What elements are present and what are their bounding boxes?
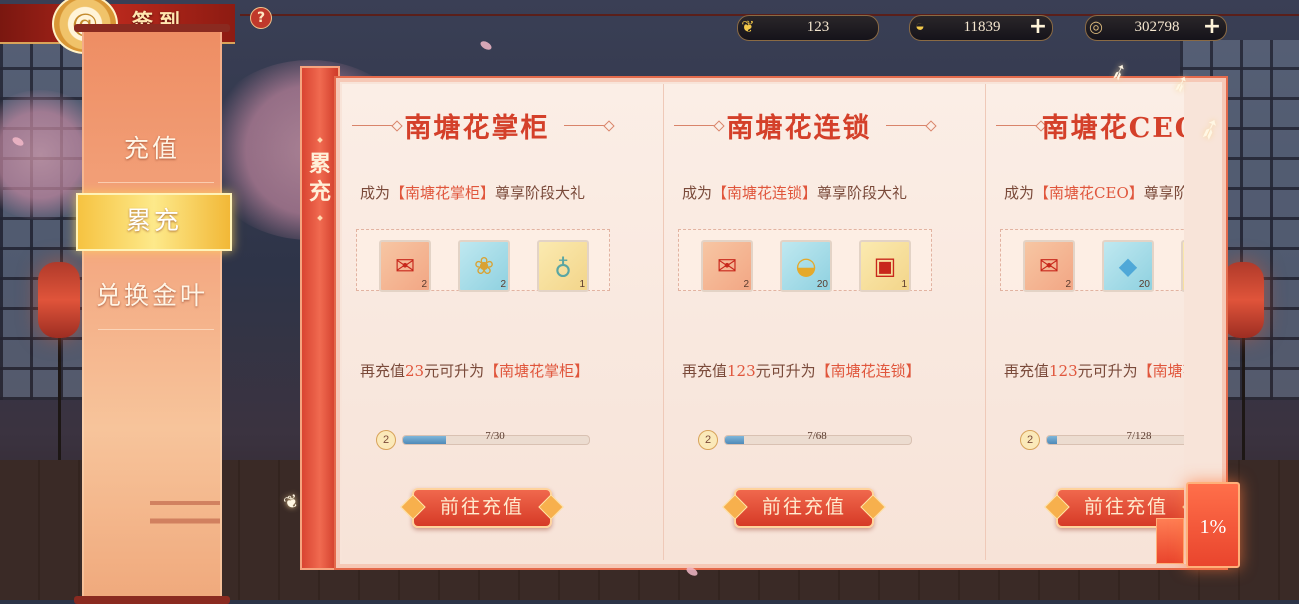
add-gold-ingot-button[interactable]: + (1028, 16, 1048, 38)
lantern-left (38, 262, 80, 338)
item-count: 1 (579, 279, 585, 290)
menu-item-exchange-gold-leaf[interactable]: 兑换金叶 (82, 270, 222, 330)
level-badge: 2 (376, 430, 396, 450)
item-count: 2 (421, 279, 427, 290)
item-count: 2 (743, 279, 749, 290)
add-copper-coin-button[interactable]: + (1202, 16, 1222, 38)
reward-items: ✉2 ◆20 ♁1 (1000, 229, 1184, 292)
tier-card: 南塘花连锁 成为【南塘花连锁】尊享阶段大礼 ✉ 2 ◒ 20 ▣ 1 再充值123元可… (664, 84, 986, 560)
treasure-chest-icon: ▣ (873, 252, 897, 280)
side-ribbon: 累充 (300, 66, 340, 570)
level-badge: 2 (1020, 430, 1040, 450)
progress-label: 7/30 (485, 430, 505, 442)
currency-value: 302798 (1134, 19, 1180, 35)
upgrade-tip: 再充值23元可升为【南塘花掌柜】 (360, 362, 590, 380)
reward-item[interactable]: ◒ 20 (780, 240, 832, 292)
reward-item[interactable]: ▣ 1 (859, 240, 911, 292)
menu-item-label: 充值 (123, 134, 180, 163)
tier-cards-scroll[interactable]: 南塘花掌柜 成为【南塘花掌柜】尊享阶段大礼 ✉ 2 ❀ 2 ♁ 1 再充值23元可升为… (342, 84, 1184, 560)
reward-item[interactable]: ❀ 2 (458, 240, 510, 292)
scroll-rod (74, 596, 230, 604)
tier-description: 成为【南塘花连锁】尊享阶段大礼 (682, 184, 908, 202)
menu-item-recharge[interactable]: 充值 (82, 123, 222, 183)
golden-lotus-icon: ❀ (473, 252, 495, 280)
gold-ingot-icon: ◒ (795, 252, 817, 280)
progress-label: 7/68 (807, 430, 827, 442)
upgrade-tip: 再充值123元可升为【南塘花连锁】 (682, 362, 921, 380)
diamond-ornament-icon (317, 215, 323, 221)
currency-gold-ingot: ◒ 11839 + (909, 15, 1053, 41)
reward-item[interactable]: ◆ 20 (1102, 240, 1154, 292)
divider (98, 182, 214, 183)
item-count: 2 (500, 279, 506, 290)
reward-items: ✉ 2 ◒ 20 ▣ 1 (678, 229, 932, 292)
cumulative-recharge-panel: 累充 南塘花掌柜 成为【南塘花掌柜】尊享阶段大礼 ✉ 2 ❀ 2 ♁ 1 再充值23元… (300, 66, 1226, 570)
lantern-right (1222, 262, 1264, 338)
reward-items: ✉ 2 ❀ 2 ♁ 1 (356, 229, 610, 292)
reward-item[interactable]: ✉ 2 (701, 240, 753, 292)
tier-card: 南塘花掌柜 成为【南塘花掌柜】尊享阶段大礼 ✉ 2 ❀ 2 ♁ 1 再充值23元可升为… (342, 84, 664, 560)
divider (98, 329, 214, 330)
red-envelope-icon: ✉ (394, 252, 416, 280)
menu-item-label: 兑换金叶 (95, 281, 208, 310)
reward-tiers-board: 南塘花掌柜 成为【南塘花掌柜】尊享阶段大礼 ✉ 2 ❀ 2 ♁ 1 再充值23元可升为… (336, 78, 1226, 568)
copper-coin-icon: ◎ (1089, 19, 1103, 36)
go-recharge-button[interactable]: 前往充值 (412, 488, 552, 528)
title-ornament (886, 125, 932, 126)
item-count: 1 (901, 279, 907, 290)
reward-item[interactable]: ♁1 (1181, 240, 1184, 292)
item-count: 20 (1138, 279, 1150, 290)
scroll-rod (74, 24, 230, 32)
ribbon-label: 累充 (308, 151, 331, 205)
title-ornament (564, 125, 610, 126)
lantern-progress-badge[interactable]: 1% (1186, 482, 1240, 568)
pagoda-decoration (150, 480, 220, 550)
help-button[interactable]: ? (250, 7, 272, 29)
reward-item[interactable]: ♁1 (537, 240, 589, 292)
red-envelope-icon: ✉ (1038, 252, 1060, 280)
red-envelope-icon: ✉ (716, 252, 738, 280)
sky-lantern-icon (1156, 518, 1184, 564)
tier-description: 成为【南塘花CEO】尊享阶段大礼 (1004, 184, 1184, 202)
progress-label: 7/128 (1126, 430, 1152, 442)
menu-item-label: 累充 (125, 206, 182, 235)
diamond-ornament-icon (317, 137, 323, 143)
reward-item[interactable]: ✉ 2 (379, 240, 431, 292)
crystal-gem-icon: ◆ (1118, 252, 1138, 280)
currency-value: 11839 (963, 19, 1001, 35)
currency-value: 123 (806, 19, 830, 35)
tier-name: 南塘花CEO (1041, 113, 1184, 144)
tier-card: 南塘花CEO 成为【南塘花CEO】尊享阶段大礼 ✉2 ◆20 ♁1 再充值123… (986, 84, 1184, 560)
reward-item[interactable]: ✉ 2 (1023, 240, 1075, 292)
menu-item-cumulative[interactable]: 累充 (76, 193, 232, 251)
upgrade-tip: 再充值123元可升为【南塘花CEO】 (1004, 362, 1184, 380)
level-badge: 2 (698, 430, 718, 450)
tier-description: 成为【南塘花掌柜】尊享阶段大礼 (360, 184, 586, 202)
item-count: 2 (1065, 279, 1071, 290)
currency-gold-leaf: ❦ 123 (737, 15, 879, 41)
gold-leaf-icon: ❦ (741, 19, 755, 36)
item-count: 20 (816, 279, 828, 290)
jade-pendant-icon: ♁ (554, 252, 572, 280)
gold-ingot-icon: ◒ (915, 18, 925, 35)
go-recharge-button[interactable]: 前往充值 (734, 488, 874, 528)
currency-copper-coin: ◎ 302798 + (1085, 15, 1227, 41)
